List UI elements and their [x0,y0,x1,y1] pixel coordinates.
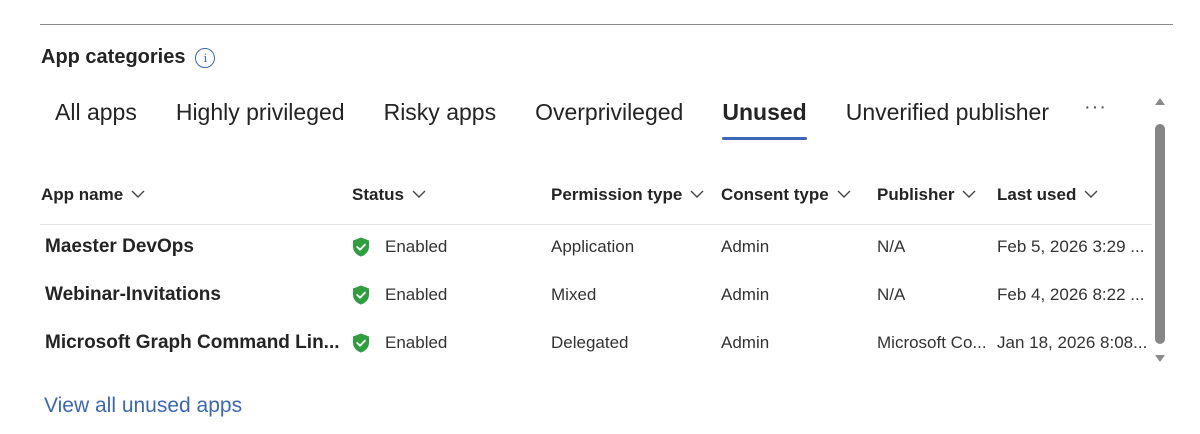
permission-type-cell: Application [551,237,635,256]
chevron-down-icon [1084,190,1098,198]
category-tabs: All apps Highly privileged Risky apps Ov… [55,96,1107,144]
chevron-down-icon [690,190,704,198]
section-header: App categories i [41,46,216,69]
tab-risky-apps[interactable]: Risky apps [384,96,496,142]
tab-all-apps[interactable]: All apps [55,96,137,142]
column-header-permission-type[interactable]: Permission type [551,168,704,224]
publisher-cell: N/A [877,285,906,304]
publisher-cell: N/A [877,237,906,256]
chevron-down-icon [962,190,976,198]
status-text: Enabled [385,285,448,304]
tab-overprivileged[interactable]: Overprivileged [535,96,683,142]
table-row[interactable]: Webinar-Invitations Enabled Mixed Admin … [40,273,1152,321]
status-text: Enabled [385,237,448,256]
tab-unverified-publisher[interactable]: Unverified publisher [846,96,1049,142]
app-name-cell[interactable]: Microsoft Graph Command Lin... [45,321,345,369]
column-header-status[interactable]: Status [352,168,426,224]
scroll-down-arrow-icon[interactable] [1155,355,1165,362]
top-divider [40,24,1173,25]
table-row[interactable]: Microsoft Graph Command Lin... Enabled D… [40,321,1152,369]
consent-type-cell: Admin [721,333,770,352]
column-header-consent-type[interactable]: Consent type [721,168,851,224]
app-name-cell[interactable]: Maester DevOps [45,225,345,273]
table-row[interactable]: Maester DevOps Enabled Application Admin… [40,225,1152,273]
scroll-thumb[interactable] [1155,124,1165,344]
tab-unused[interactable]: Unused [722,96,808,142]
status-cell: Enabled [352,225,532,273]
last-used-cell: Feb 4, 2026 8:22 ... [997,285,1145,304]
tab-highly-privileged[interactable]: Highly privileged [176,96,345,142]
shield-check-icon [353,237,369,257]
status-cell: Enabled [352,321,532,369]
shield-check-icon [353,333,369,353]
view-all-unused-apps-link[interactable]: View all unused apps [44,394,242,418]
consent-type-cell: Admin [721,285,770,304]
vertical-scrollbar[interactable] [1153,94,1167,366]
chevron-down-icon [837,190,851,198]
info-icon[interactable]: i [195,47,216,68]
status-text: Enabled [385,333,448,352]
apps-table: App name Status Permission type Consent … [40,168,1152,369]
permission-type-cell: Delegated [551,333,629,352]
permission-type-cell: Mixed [551,285,597,304]
column-header-publisher[interactable]: Publisher [877,168,976,224]
section-title: App categories [41,46,186,68]
chevron-down-icon [131,190,145,198]
last-used-cell: Feb 5, 2026 3:29 ... [997,237,1145,256]
app-name-cell[interactable]: Webinar-Invitations [45,273,345,321]
scroll-up-arrow-icon[interactable] [1155,98,1165,105]
more-tabs-icon[interactable]: ··· [1084,96,1107,118]
table-header: App name Status Permission type Consent … [40,168,1152,225]
publisher-cell: Microsoft Co... [877,333,987,352]
shield-check-icon [353,285,369,305]
column-header-last-used[interactable]: Last used [997,168,1098,224]
status-cell: Enabled [352,273,532,321]
column-header-app-name[interactable]: App name [41,168,145,224]
consent-type-cell: Admin [721,237,770,256]
last-used-cell: Jan 18, 2026 8:08... [997,333,1147,352]
chevron-down-icon [412,190,426,198]
